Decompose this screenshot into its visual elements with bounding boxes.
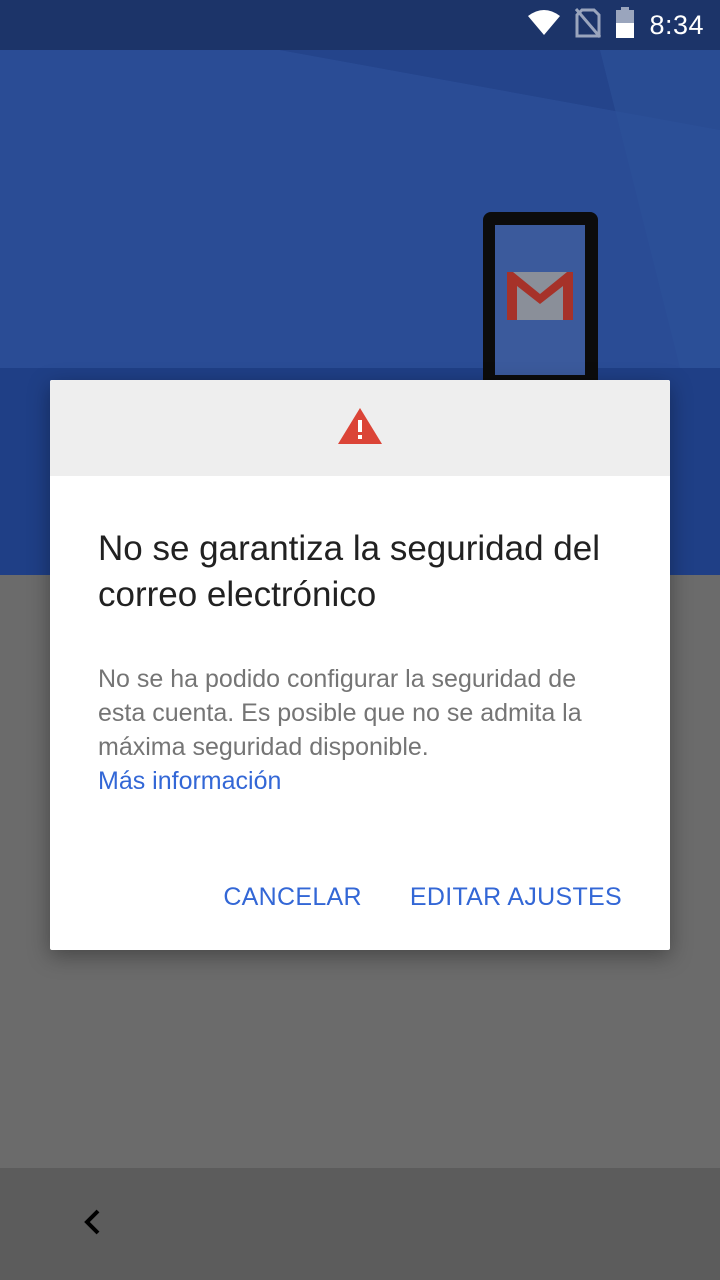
dialog-actions: CANCELAR EDITAR AJUSTES — [223, 883, 622, 912]
status-icons: 8:34 — [527, 0, 704, 50]
dialog-title: No se garantiza la seguridad del correo … — [98, 529, 600, 614]
security-warning-dialog: No se garantiza la seguridad del correo … — [50, 380, 670, 950]
gmail-envelope-icon — [505, 270, 575, 322]
chevron-left-icon — [82, 1208, 102, 1241]
back-button[interactable] — [66, 1196, 118, 1252]
screen: 8:34 No se garantiza la seguridad del co… — [0, 0, 720, 1280]
status-bar: 8:34 — [0, 0, 720, 50]
edit-settings-button[interactable]: EDITAR AJUSTES — [410, 883, 622, 912]
cancel-button[interactable]: CANCELAR — [223, 883, 362, 912]
battery-icon — [615, 6, 635, 44]
warning-triangle-icon — [337, 406, 383, 451]
navigation-bar — [0, 1168, 720, 1280]
dialog-header — [50, 380, 670, 476]
wifi-icon — [527, 9, 561, 41]
no-sim-icon — [575, 7, 602, 43]
dialog-message: No se ha podido configurar la seguridad … — [98, 662, 622, 798]
dialog-body-text: No se ha podido configurar la seguridad … — [98, 665, 582, 761]
more-info-link[interactable]: Más información — [98, 764, 622, 798]
status-time: 8:34 — [649, 9, 704, 40]
